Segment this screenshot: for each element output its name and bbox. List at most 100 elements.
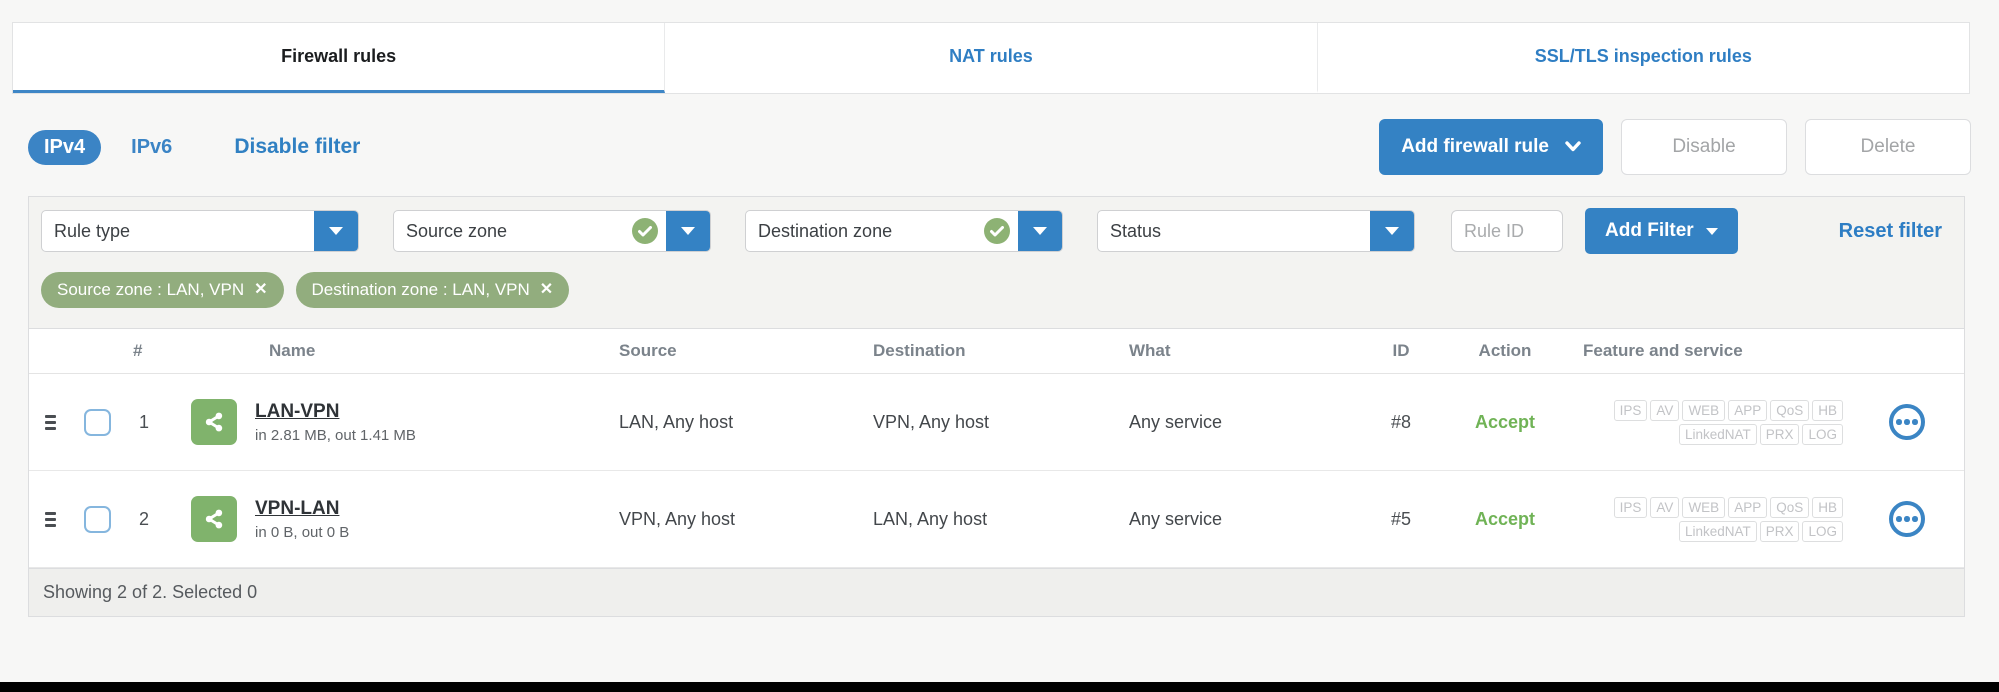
feature-cell: IPS AV WEB APP QoS HB LinkedNAT PRX LOG	[1561, 497, 1889, 542]
caret-down-icon[interactable]	[1018, 210, 1062, 252]
feature-badge-qos: QoS	[1770, 497, 1809, 518]
feature-badge-ips: IPS	[1614, 400, 1648, 421]
chevron-down-icon	[1565, 136, 1581, 158]
row-checkbox[interactable]	[84, 409, 111, 436]
drag-handle-icon[interactable]	[45, 415, 56, 430]
status-dropdown[interactable]: Status	[1097, 210, 1415, 252]
rule-name-link[interactable]: LAN-VPN	[255, 401, 339, 423]
what-cell: Any service	[1121, 412, 1353, 433]
feature-badge-web: WEB	[1682, 497, 1725, 518]
add-firewall-rule-button[interactable]: Add firewall rule	[1379, 119, 1603, 175]
feature-badge-linkednat: LinkedNAT	[1679, 521, 1757, 542]
action-cell: Accept	[1449, 412, 1561, 433]
header-id: ID	[1353, 341, 1449, 361]
header-destination: Destination	[865, 341, 1121, 361]
menu-cell	[1889, 501, 1964, 537]
caret-down-icon[interactable]	[314, 210, 358, 252]
menu-cell	[1889, 404, 1964, 440]
filter-chips-row: Source zone : LAN, VPN ✕ Destination zon…	[29, 264, 1964, 328]
row-checkbox[interactable]	[84, 506, 111, 533]
what-cell: Any service	[1121, 509, 1353, 530]
source-cell: VPN, Any host	[611, 509, 865, 530]
header-action: Action	[1449, 341, 1561, 361]
feature-cell: IPS AV WEB APP QoS HB LinkedNAT PRX LOG	[1561, 400, 1889, 445]
dropdown-label: Status	[1098, 221, 1370, 242]
name-cell: LAN-VPN in 2.81 MB, out 1.41 MB	[181, 399, 611, 445]
feature-badge-av: AV	[1650, 400, 1679, 421]
row-number: 1	[123, 412, 181, 433]
rule-name-link[interactable]: VPN-LAN	[255, 498, 339, 520]
filter-row: Rule type Source zone Destination zone S…	[29, 197, 1964, 264]
caret-down-icon[interactable]	[666, 210, 710, 252]
header-what: What	[1121, 341, 1353, 361]
close-icon[interactable]: ✕	[540, 282, 553, 298]
feature-badge-av: AV	[1650, 497, 1679, 518]
share-network-icon[interactable]	[191, 399, 237, 445]
rule-name-block: LAN-VPN in 2.81 MB, out 1.41 MB	[255, 401, 416, 444]
filter-chip-source-zone[interactable]: Source zone : LAN, VPN ✕	[41, 272, 284, 308]
header-name: Name	[181, 341, 611, 361]
feature-badge-app: APP	[1728, 497, 1767, 518]
table-footer-status: Showing 2 of 2. Selected 0	[29, 568, 1964, 616]
feature-badge-qos: QoS	[1770, 400, 1809, 421]
tab-nat-rules[interactable]: NAT rules	[665, 23, 1317, 93]
drag-handle-icon[interactable]	[45, 512, 56, 527]
window-bottom-edge	[0, 682, 1999, 692]
ellipsis-menu-icon[interactable]	[1889, 501, 1925, 537]
rules-panel: Rule type Source zone Destination zone S…	[28, 196, 1965, 617]
feature-badge-app: APP	[1728, 400, 1767, 421]
check-circle-icon	[984, 218, 1010, 244]
dropdown-label: Rule type	[42, 221, 314, 242]
feature-badge-log: LOG	[1802, 521, 1843, 542]
toolbar: IPv4 IPv6 Disable filter Add firewall ru…	[28, 118, 1971, 176]
dropdown-label: Destination zone	[746, 221, 984, 242]
rule-traffic: in 0 B, out 0 B	[255, 524, 349, 541]
feature-badge-prx: PRX	[1760, 424, 1800, 445]
delete-button[interactable]: Delete	[1805, 119, 1971, 175]
tab-firewall-rules[interactable]: Firewall rules	[13, 23, 665, 93]
source-cell: LAN, Any host	[611, 412, 865, 433]
rule-traffic: in 2.81 MB, out 1.41 MB	[255, 427, 416, 444]
tab-ssl-tls-inspection-rules[interactable]: SSL/TLS inspection rules	[1318, 23, 1969, 93]
add-filter-label: Add Filter	[1605, 220, 1694, 242]
table-row: 2 VPN-LAN in 0 B, out 0 B VPN, Any host …	[29, 471, 1964, 568]
rule-name-block: VPN-LAN in 0 B, out 0 B	[255, 498, 349, 541]
source-zone-dropdown[interactable]: Source zone	[393, 210, 711, 252]
feature-badge-prx: PRX	[1760, 521, 1800, 542]
destination-zone-dropdown[interactable]: Destination zone	[745, 210, 1063, 252]
tab-label: SSL/TLS inspection rules	[1535, 46, 1752, 67]
id-cell: #8	[1353, 412, 1449, 433]
header-source: Source	[611, 341, 865, 361]
ipv4-toggle[interactable]: IPv4	[28, 130, 101, 165]
disable-button[interactable]: Disable	[1621, 119, 1787, 175]
add-filter-button[interactable]: Add Filter	[1585, 208, 1738, 254]
rule-id-input[interactable]	[1451, 210, 1563, 252]
reset-filter-link[interactable]: Reset filter	[1839, 220, 1942, 243]
chip-label: Source zone : LAN, VPN	[57, 280, 244, 300]
share-network-icon[interactable]	[191, 496, 237, 542]
ipv6-toggle[interactable]: IPv6	[131, 136, 172, 159]
id-cell: #5	[1353, 509, 1449, 530]
filter-chip-destination-zone[interactable]: Destination zone : LAN, VPN ✕	[296, 272, 570, 308]
disable-filter-link[interactable]: Disable filter	[234, 135, 360, 159]
feature-badges: IPS AV WEB APP QoS HB LinkedNAT PRX LOG	[1591, 497, 1843, 542]
tab-bar: Firewall rules NAT rules SSL/TLS inspect…	[12, 22, 1970, 94]
feature-badges: IPS AV WEB APP QoS HB LinkedNAT PRX LOG	[1591, 400, 1843, 445]
close-icon[interactable]: ✕	[254, 282, 267, 298]
feature-badge-hb: HB	[1812, 400, 1843, 421]
caret-down-icon	[1706, 228, 1718, 235]
caret-down-icon[interactable]	[1370, 210, 1414, 252]
header-number: #	[123, 341, 181, 361]
header-feature-service: Feature and service	[1561, 341, 1889, 361]
feature-badge-ips: IPS	[1614, 497, 1648, 518]
rule-type-dropdown[interactable]: Rule type	[41, 210, 359, 252]
destination-cell: VPN, Any host	[865, 412, 1121, 433]
table-header-row: # Name Source Destination What ID Action…	[29, 328, 1964, 374]
check-circle-icon	[632, 218, 658, 244]
tab-label: NAT rules	[949, 46, 1033, 67]
action-cell: Accept	[1449, 509, 1561, 530]
ellipsis-menu-icon[interactable]	[1889, 404, 1925, 440]
table-row: 1 LAN-VPN in 2.81 MB, out 1.41 MB LAN, A…	[29, 374, 1964, 471]
tab-label: Firewall rules	[281, 46, 396, 67]
destination-cell: LAN, Any host	[865, 509, 1121, 530]
